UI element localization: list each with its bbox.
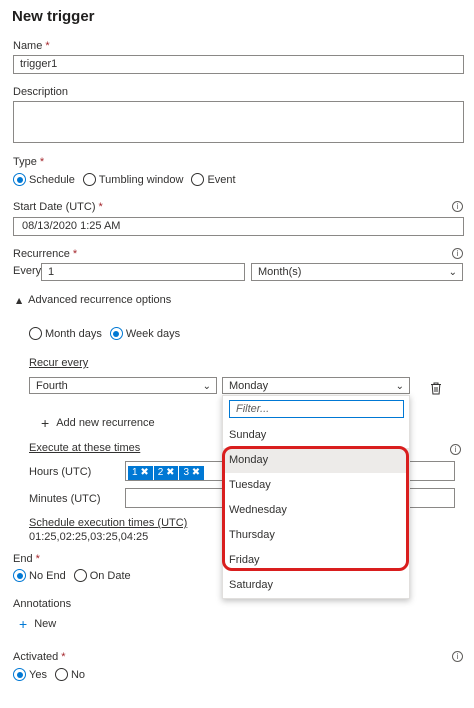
dropdown-option-friday[interactable]: Friday: [223, 554, 409, 566]
dropdown-option-monday[interactable]: Monday: [223, 448, 409, 473]
weekday-dropdown-panel: Filter... Sunday Monday Tuesday Wednesda…: [222, 395, 410, 599]
chevron-down-icon: ⌄: [202, 381, 211, 392]
annotations-label: Annotations: [13, 598, 72, 610]
activated-label: Activated *: [13, 651, 66, 663]
chevron-down-icon: ⌄: [448, 267, 457, 278]
hour-tag[interactable]: 3 ✖: [179, 466, 205, 480]
hours-label: Hours (UTC): [29, 466, 92, 478]
week-days-radio[interactable]: Week days: [109, 327, 180, 340]
execute-times-label: Execute at these times: [29, 442, 141, 454]
radio-selected-icon: [109, 327, 123, 340]
start-date-label: Start Date (UTC) *: [13, 201, 103, 213]
hour-tag[interactable]: 2 ✖: [153, 466, 179, 480]
dropdown-option-saturday[interactable]: Saturday: [223, 579, 409, 591]
end-radio-group: No End On Date: [13, 569, 139, 582]
month-days-radio[interactable]: Month days: [29, 327, 102, 340]
dropdown-filter-input[interactable]: Filter...: [229, 400, 404, 418]
type-tumbling-radio[interactable]: Tumbling window: [82, 173, 183, 186]
dropdown-option-sunday[interactable]: Sunday: [223, 429, 409, 441]
new-annotation-button[interactable]: + New: [19, 616, 56, 632]
activated-yes-radio[interactable]: Yes: [13, 668, 47, 681]
radio-selected-icon: [13, 173, 26, 186]
dropdown-option-thursday[interactable]: Thursday: [223, 529, 409, 541]
caret-down-icon: ▲: [16, 295, 23, 305]
activated-radio-group: Yes No: [13, 668, 93, 681]
type-schedule-radio[interactable]: Schedule: [13, 173, 75, 186]
name-label: Name *: [13, 40, 50, 52]
radio-icon: [54, 668, 68, 681]
type-label: Type *: [13, 156, 45, 168]
recurrence-unit-value: Month(s): [258, 266, 302, 278]
recur-every-label: Recur every: [29, 357, 89, 369]
hour-tag[interactable]: 1 ✖: [128, 466, 153, 480]
recurrence-label: Recurrence *: [13, 248, 78, 260]
weekday-select[interactable]: Monday ⌄: [222, 377, 410, 394]
schedule-times-value: 01:25,02:25,03:25,04:25: [29, 531, 149, 543]
recurrence-mode-group: Month days Week days: [29, 327, 188, 340]
every-label: Every: [13, 265, 42, 277]
description-label: Description: [13, 86, 69, 98]
end-label: End *: [13, 553, 40, 565]
add-recurrence-label: Add new recurrence: [56, 417, 155, 429]
type-event-radio[interactable]: Event: [191, 173, 236, 186]
recurrence-unit-select[interactable]: Month(s) ⌄: [251, 263, 463, 281]
activated-no-radio[interactable]: No: [54, 668, 85, 681]
advanced-options-toggle[interactable]: ▲ Advanced recurrence options: [16, 294, 171, 306]
schedule-times-link[interactable]: Schedule execution times (UTC): [29, 517, 187, 529]
info-icon[interactable]: i: [452, 248, 463, 259]
advanced-options-label: Advanced recurrence options: [28, 294, 172, 306]
ordinal-value: Fourth: [36, 380, 68, 392]
radio-icon: [191, 173, 205, 186]
info-icon[interactable]: i: [450, 444, 461, 455]
plus-icon: +: [41, 415, 50, 431]
radio-icon: [82, 173, 96, 186]
end-noend-radio[interactable]: No End: [13, 569, 66, 582]
page-title: New trigger: [12, 8, 95, 25]
info-icon[interactable]: i: [452, 201, 463, 212]
radio-selected-icon: [13, 668, 26, 681]
start-date-input[interactable]: 08/13/2020 1:25 AM: [13, 217, 464, 236]
ordinal-select[interactable]: Fourth ⌄: [29, 377, 217, 394]
info-icon[interactable]: i: [452, 651, 463, 662]
radio-icon: [73, 569, 87, 582]
plus-icon: +: [19, 616, 28, 632]
add-recurrence-button[interactable]: + Add new recurrence: [41, 415, 155, 431]
every-interval-input[interactable]: 1: [41, 263, 245, 281]
dropdown-option-wednesday[interactable]: Wednesday: [223, 504, 409, 516]
name-input[interactable]: trigger1: [13, 55, 464, 74]
chevron-up-icon: ⌄: [395, 381, 404, 392]
dropdown-option-tuesday[interactable]: Tuesday: [223, 479, 409, 491]
radio-selected-icon: [13, 569, 26, 582]
new-annotation-label: New: [34, 618, 57, 630]
trash-icon[interactable]: [430, 382, 442, 398]
type-radio-group: Schedule Tumbling window Event: [13, 173, 244, 186]
end-ondate-radio[interactable]: On Date: [73, 569, 131, 582]
description-textarea[interactable]: [13, 101, 464, 143]
minutes-label: Minutes (UTC): [29, 493, 101, 505]
radio-icon: [29, 327, 42, 340]
weekday-value: Monday: [229, 380, 269, 392]
